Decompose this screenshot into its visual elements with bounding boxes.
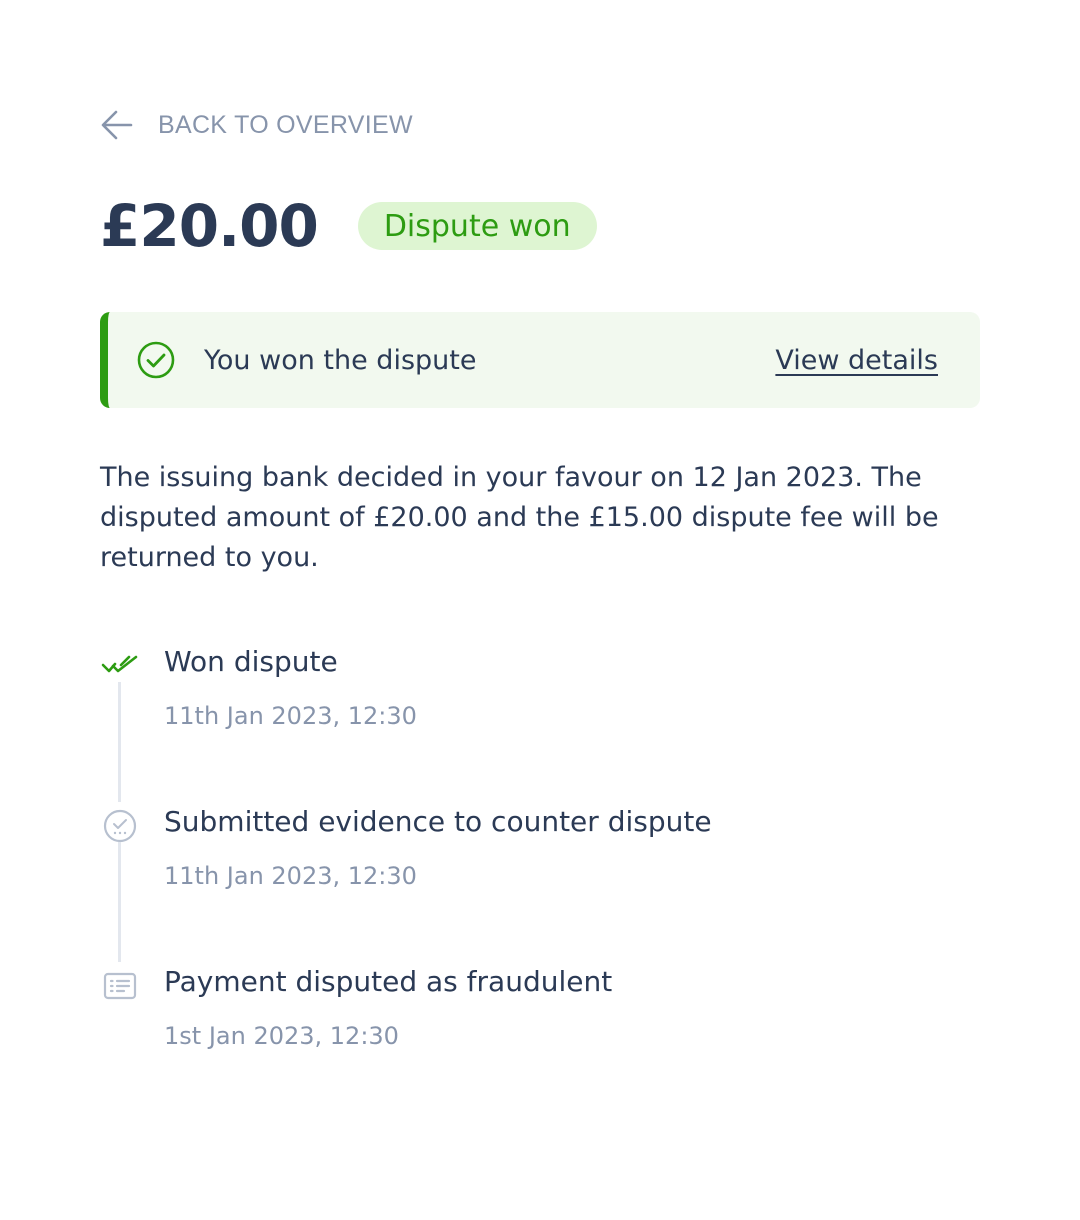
double-check-icon — [101, 655, 138, 673]
timeline-title: Submitted evidence to counter dispute — [164, 805, 712, 838]
status-badge: Dispute won — [357, 202, 597, 250]
timeline-time: 1st Jan 2023, 12:30 — [164, 1022, 399, 1050]
alert-message: You won the dispute — [204, 344, 477, 376]
timeline-title: Won dispute — [164, 645, 338, 678]
page-header: £20.00 Dispute won — [100, 186, 597, 266]
view-details-link[interactable]: View details — [775, 345, 938, 376]
check-circle-icon — [137, 341, 175, 379]
timeline-item: Won dispute 11th Jan 2023, 12:30 — [100, 640, 980, 802]
back-link-label: BACK TO OVERVIEW — [158, 110, 413, 139]
list-icon — [103, 972, 137, 1000]
timeline-time: 11th Jan 2023, 12:30 — [164, 862, 417, 890]
timeline-item: Payment disputed as fraudulent 1st Jan 2… — [100, 960, 980, 1120]
success-alert: You won the dispute View details — [100, 312, 980, 408]
timeline-connector — [118, 682, 121, 802]
timeline-item: Submitted evidence to counter dispute 11… — [100, 800, 980, 962]
timeline-time: 11th Jan 2023, 12:30 — [164, 702, 417, 730]
dispute-amount: £20.00 — [100, 192, 319, 260]
timeline-connector — [118, 842, 121, 962]
timeline-title: Payment disputed as fraudulent — [164, 965, 613, 998]
arrow-left-icon — [101, 110, 133, 140]
pending-check-icon — [103, 809, 137, 843]
dispute-description: The issuing bank decided in your favour … — [100, 462, 939, 573]
back-to-overview-link[interactable]: BACK TO OVERVIEW — [100, 104, 413, 146]
